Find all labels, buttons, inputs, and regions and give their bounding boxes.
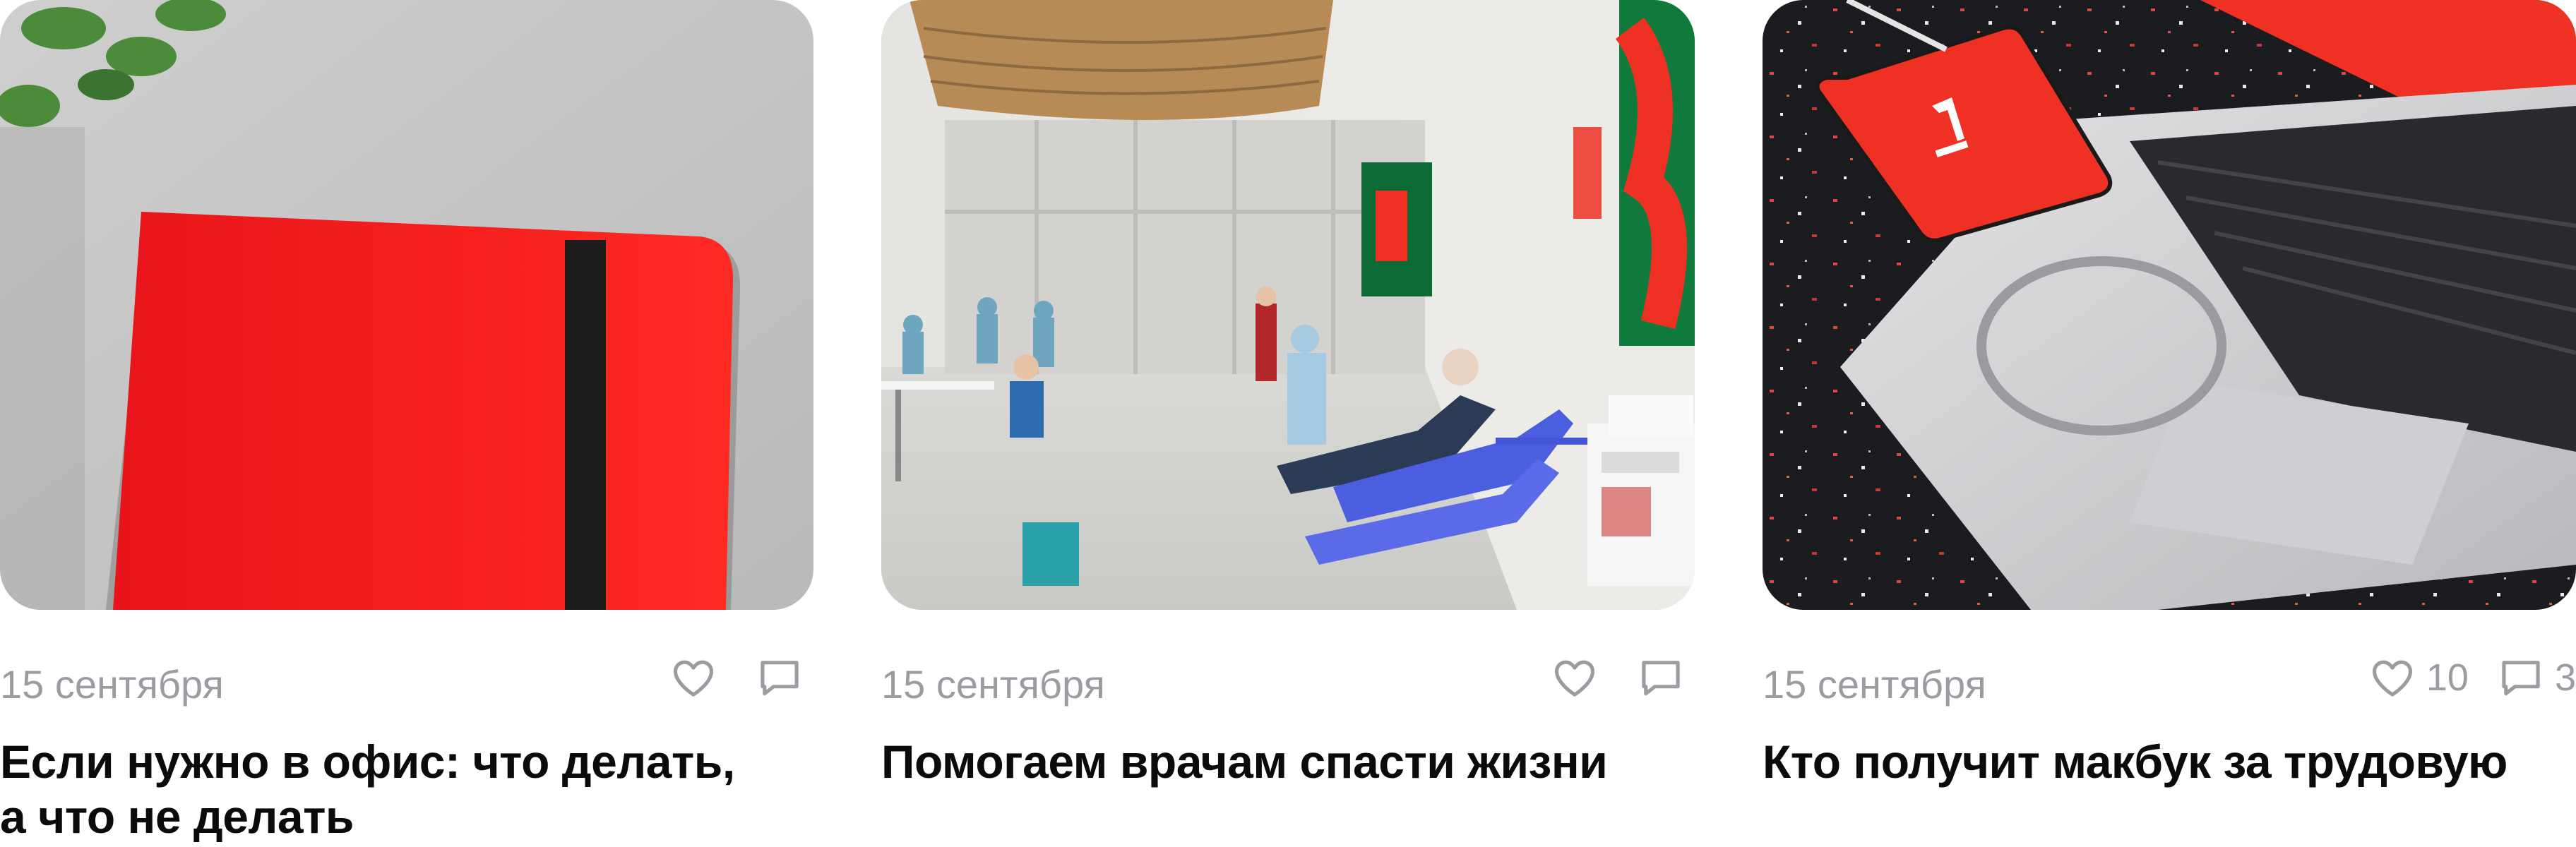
phone-laptop-image — [1763, 0, 2576, 610]
card-meta: 15 сентября — [0, 649, 813, 713]
comment-button[interactable]: 3 — [2497, 654, 2576, 702]
news-card: 15 сентября 10 3 Кто получит макбук за т… — [1763, 0, 2576, 847]
card-title-line: а что не делать — [0, 791, 354, 843]
card-actions — [1522, 649, 1695, 706]
like-count: 10 — [2426, 656, 2469, 699]
heart-icon — [2368, 654, 2416, 702]
card-title-line: Если нужно в офис: что делать, — [0, 735, 735, 788]
card-image-macbook[interactable] — [1763, 0, 2576, 610]
card-title[interactable]: Если нужно в офис: что делать, а что не … — [0, 734, 812, 844]
card-date: 15 сентября — [881, 662, 1105, 707]
comment-button[interactable] — [1637, 654, 1695, 702]
card-title[interactable]: Кто получит макбук за трудовую — [1763, 734, 2575, 789]
like-button[interactable] — [1551, 654, 1609, 702]
news-feed: 15 сентября Если нужно в офис: что делат… — [0, 0, 2576, 847]
heart-icon — [669, 654, 717, 702]
card-actions: 10 3 — [2340, 649, 2576, 706]
news-card: 15 сентября Помогаем врачам спасти жизни — [881, 0, 1695, 847]
comment-icon — [756, 654, 804, 702]
comment-count: 3 — [2554, 656, 2576, 699]
card-meta: 15 сентября 10 3 — [1763, 649, 2576, 713]
card-title[interactable]: Помогаем врачам спасти жизни — [881, 734, 1693, 789]
card-date: 15 сентября — [0, 662, 224, 707]
card-meta: 15 сентября — [881, 649, 1695, 713]
like-button[interactable]: 10 — [2368, 654, 2469, 702]
card-title-line: Помогаем врачам спасти жизни — [881, 735, 1608, 788]
card-image-notebook[interactable] — [0, 0, 813, 610]
heart-icon — [1551, 654, 1599, 702]
like-button[interactable] — [669, 654, 727, 702]
card-actions — [641, 649, 813, 706]
card-date: 15 сентября — [1763, 662, 1986, 707]
news-card: 15 сентября Если нужно в офис: что делат… — [0, 0, 813, 847]
comment-icon — [2497, 654, 2545, 702]
comment-icon — [1637, 654, 1685, 702]
card-title-line: Кто получит макбук за трудовую — [1763, 735, 2508, 788]
donation-hall-image — [881, 0, 1695, 610]
comment-button[interactable] — [756, 654, 813, 702]
notebook-image — [0, 0, 813, 610]
card-image-donation[interactable] — [881, 0, 1695, 610]
